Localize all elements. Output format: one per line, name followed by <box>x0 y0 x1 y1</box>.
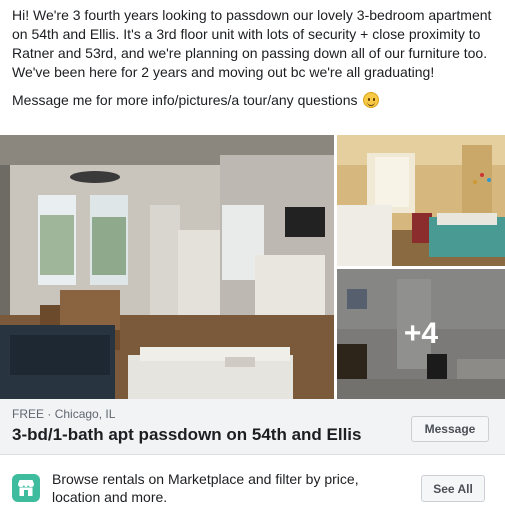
marketplace-store-icon <box>12 474 40 502</box>
smiling-face-icon <box>363 92 380 108</box>
more-photos-overlay[interactable]: +4 <box>337 269 505 399</box>
post-paragraph-1: Hi! We're 3 fourth years looking to pass… <box>12 7 492 80</box>
photo-bedroom[interactable] <box>337 135 505 266</box>
see-all-button[interactable]: See All <box>421 475 485 502</box>
footer-text: Browse rentals on Marketplace and filter… <box>52 471 359 505</box>
photo-more[interactable]: +4 <box>337 269 505 399</box>
post-paragraph-2: Message me for more info/pictures/a tour… <box>12 91 498 110</box>
marketplace-footer: Browse rentals on Marketplace and filter… <box>0 462 505 518</box>
listing-price: FREE <box>12 407 45 421</box>
listing-meta: FREE · Chicago, IL <box>12 407 115 421</box>
post-paragraph-2-text: Message me for more info/pictures/a tour… <box>12 92 358 108</box>
more-photos-count: +4 <box>403 317 439 350</box>
photo-grid[interactable]: +4 <box>0 135 505 399</box>
photo-living-room[interactable] <box>0 135 334 399</box>
listing-title[interactable]: 3-bd/1-bath apt passdown on 54th and Ell… <box>12 425 361 445</box>
message-button[interactable]: Message <box>411 416 489 442</box>
post-text: Hi! We're 3 fourth years looking to pass… <box>12 6 498 119</box>
listing-location: Chicago, IL <box>54 407 116 421</box>
listing-separator: · <box>44 407 55 421</box>
marketplace-listing[interactable]: FREE · Chicago, IL 3-bd/1-bath apt passd… <box>0 399 505 455</box>
